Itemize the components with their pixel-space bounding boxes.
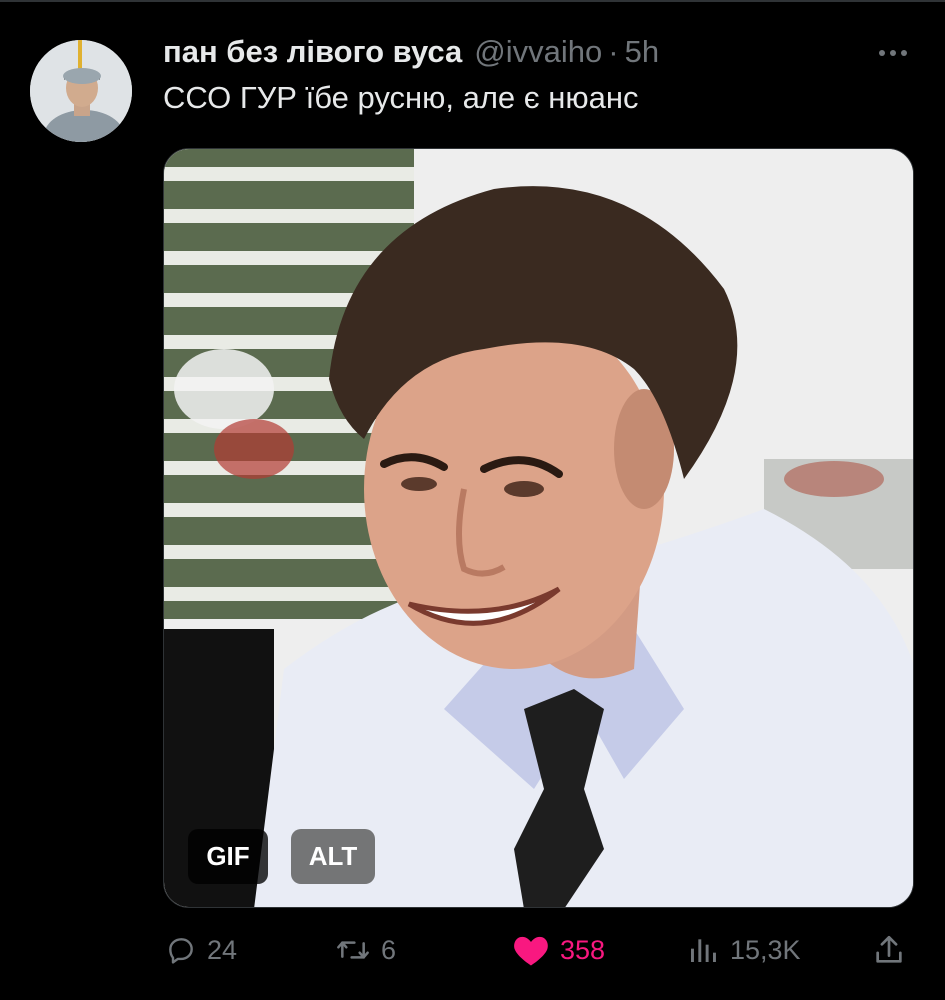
more-icon[interactable] xyxy=(875,38,911,68)
reply-icon xyxy=(169,938,193,964)
gif-badge: GIF xyxy=(188,829,268,884)
retweet-count: 6 xyxy=(381,934,397,965)
avatar[interactable] xyxy=(30,40,132,142)
gif-image xyxy=(164,149,913,907)
tweet-header: пан без лівого вуса @ivvaiho · 5h xyxy=(163,30,659,74)
like-count: 358 xyxy=(560,934,606,965)
views-icon xyxy=(691,939,716,962)
views-count: 15,3K xyxy=(730,934,801,965)
display-name[interactable]: пан без лівого вуса xyxy=(163,34,462,70)
share-button[interactable] xyxy=(872,925,906,975)
reply-button[interactable]: 24 xyxy=(165,925,237,975)
user-handle[interactable]: @ivvaiho xyxy=(474,34,602,70)
reply-count: 24 xyxy=(207,934,238,965)
share-icon xyxy=(876,935,902,963)
retweet-icon xyxy=(337,941,369,959)
heart-icon xyxy=(514,936,548,966)
tweet: пан без лівого вуса @ivvaiho · 5h ССО ГУ… xyxy=(0,0,945,1000)
views-button[interactable]: 15,3K xyxy=(686,925,801,975)
retweet-button[interactable]: 6 xyxy=(335,925,396,975)
tweet-media-gif[interactable] xyxy=(163,148,914,908)
alt-badge-button[interactable]: ALT xyxy=(291,829,375,884)
timestamp[interactable]: 5h xyxy=(625,34,659,70)
tweet-text: ССО ГУР їбе русню, але є нюанс xyxy=(163,80,639,115)
divider xyxy=(0,0,945,2)
like-button[interactable]: 358 xyxy=(512,925,605,975)
separator-dot: · xyxy=(608,34,619,69)
tweet-actions: 24 6 358 15,3K xyxy=(0,925,945,975)
